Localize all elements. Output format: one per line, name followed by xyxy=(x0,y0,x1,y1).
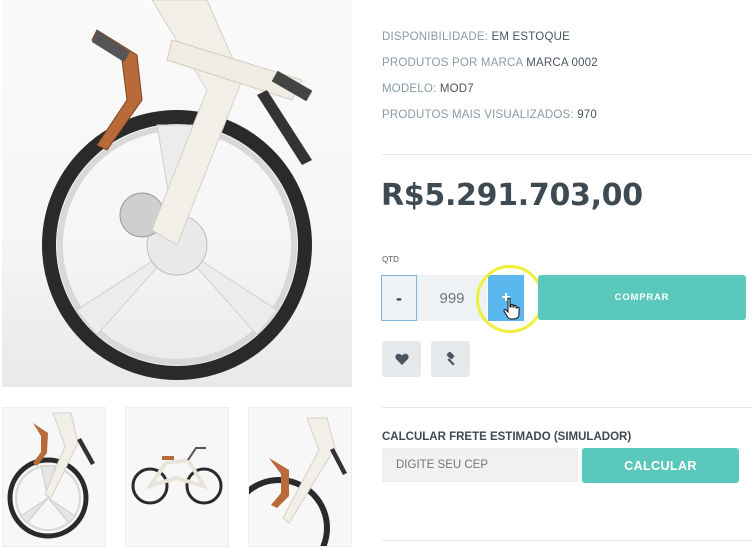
thumbnail-1[interactable] xyxy=(2,407,106,547)
quantity-decrease-button[interactable]: - xyxy=(381,275,417,321)
divider xyxy=(382,540,752,541)
heart-icon xyxy=(394,353,409,365)
shipping-title: Calcular frete estimado (Simulador) xyxy=(382,431,632,443)
divider xyxy=(382,154,752,155)
buy-button[interactable]: Comprar xyxy=(538,275,746,320)
model-value: MOD7 xyxy=(439,83,474,95)
brand-label: Produtos por marca xyxy=(382,57,523,69)
availability-label: Disponibilidade: xyxy=(382,31,489,43)
availability-row: Disponibilidade: Em Estoque xyxy=(382,31,570,43)
cep-input[interactable] xyxy=(382,448,578,482)
wishlist-button[interactable] xyxy=(382,341,421,377)
divider xyxy=(382,407,752,408)
main-product-image[interactable] xyxy=(2,0,352,387)
quantity-label: QTD xyxy=(382,255,399,264)
views-row: Produtos mais visualizados: 970 xyxy=(382,109,597,121)
thumbnail-3[interactable] xyxy=(248,407,352,547)
brand-row: Produtos por marca Marca 0002 xyxy=(382,57,598,69)
gavel-icon xyxy=(446,352,455,366)
bike-thumb-closeup xyxy=(7,412,95,539)
model-label: Modelo: xyxy=(382,83,437,95)
bike-illustration xyxy=(42,0,313,380)
quantity-increase-button[interactable]: + xyxy=(488,275,524,321)
bike-thumb-full xyxy=(131,447,223,505)
model-row: Modelo: MOD7 xyxy=(382,83,474,95)
thumbnail-2[interactable] xyxy=(125,407,229,547)
quantity-input[interactable] xyxy=(417,275,487,321)
calculate-shipping-button[interactable]: CALCULAR xyxy=(582,448,739,483)
bike-thumb-closeup-2 xyxy=(249,417,347,546)
product-price: R$5.291.703,00 xyxy=(381,178,643,213)
brand-value[interactable]: Marca 0002 xyxy=(526,57,598,69)
views-value: 970 xyxy=(577,109,597,121)
views-label: Produtos mais visualizados: xyxy=(382,109,574,121)
compare-button[interactable] xyxy=(431,341,470,377)
availability-value: Em Estoque xyxy=(491,31,570,43)
